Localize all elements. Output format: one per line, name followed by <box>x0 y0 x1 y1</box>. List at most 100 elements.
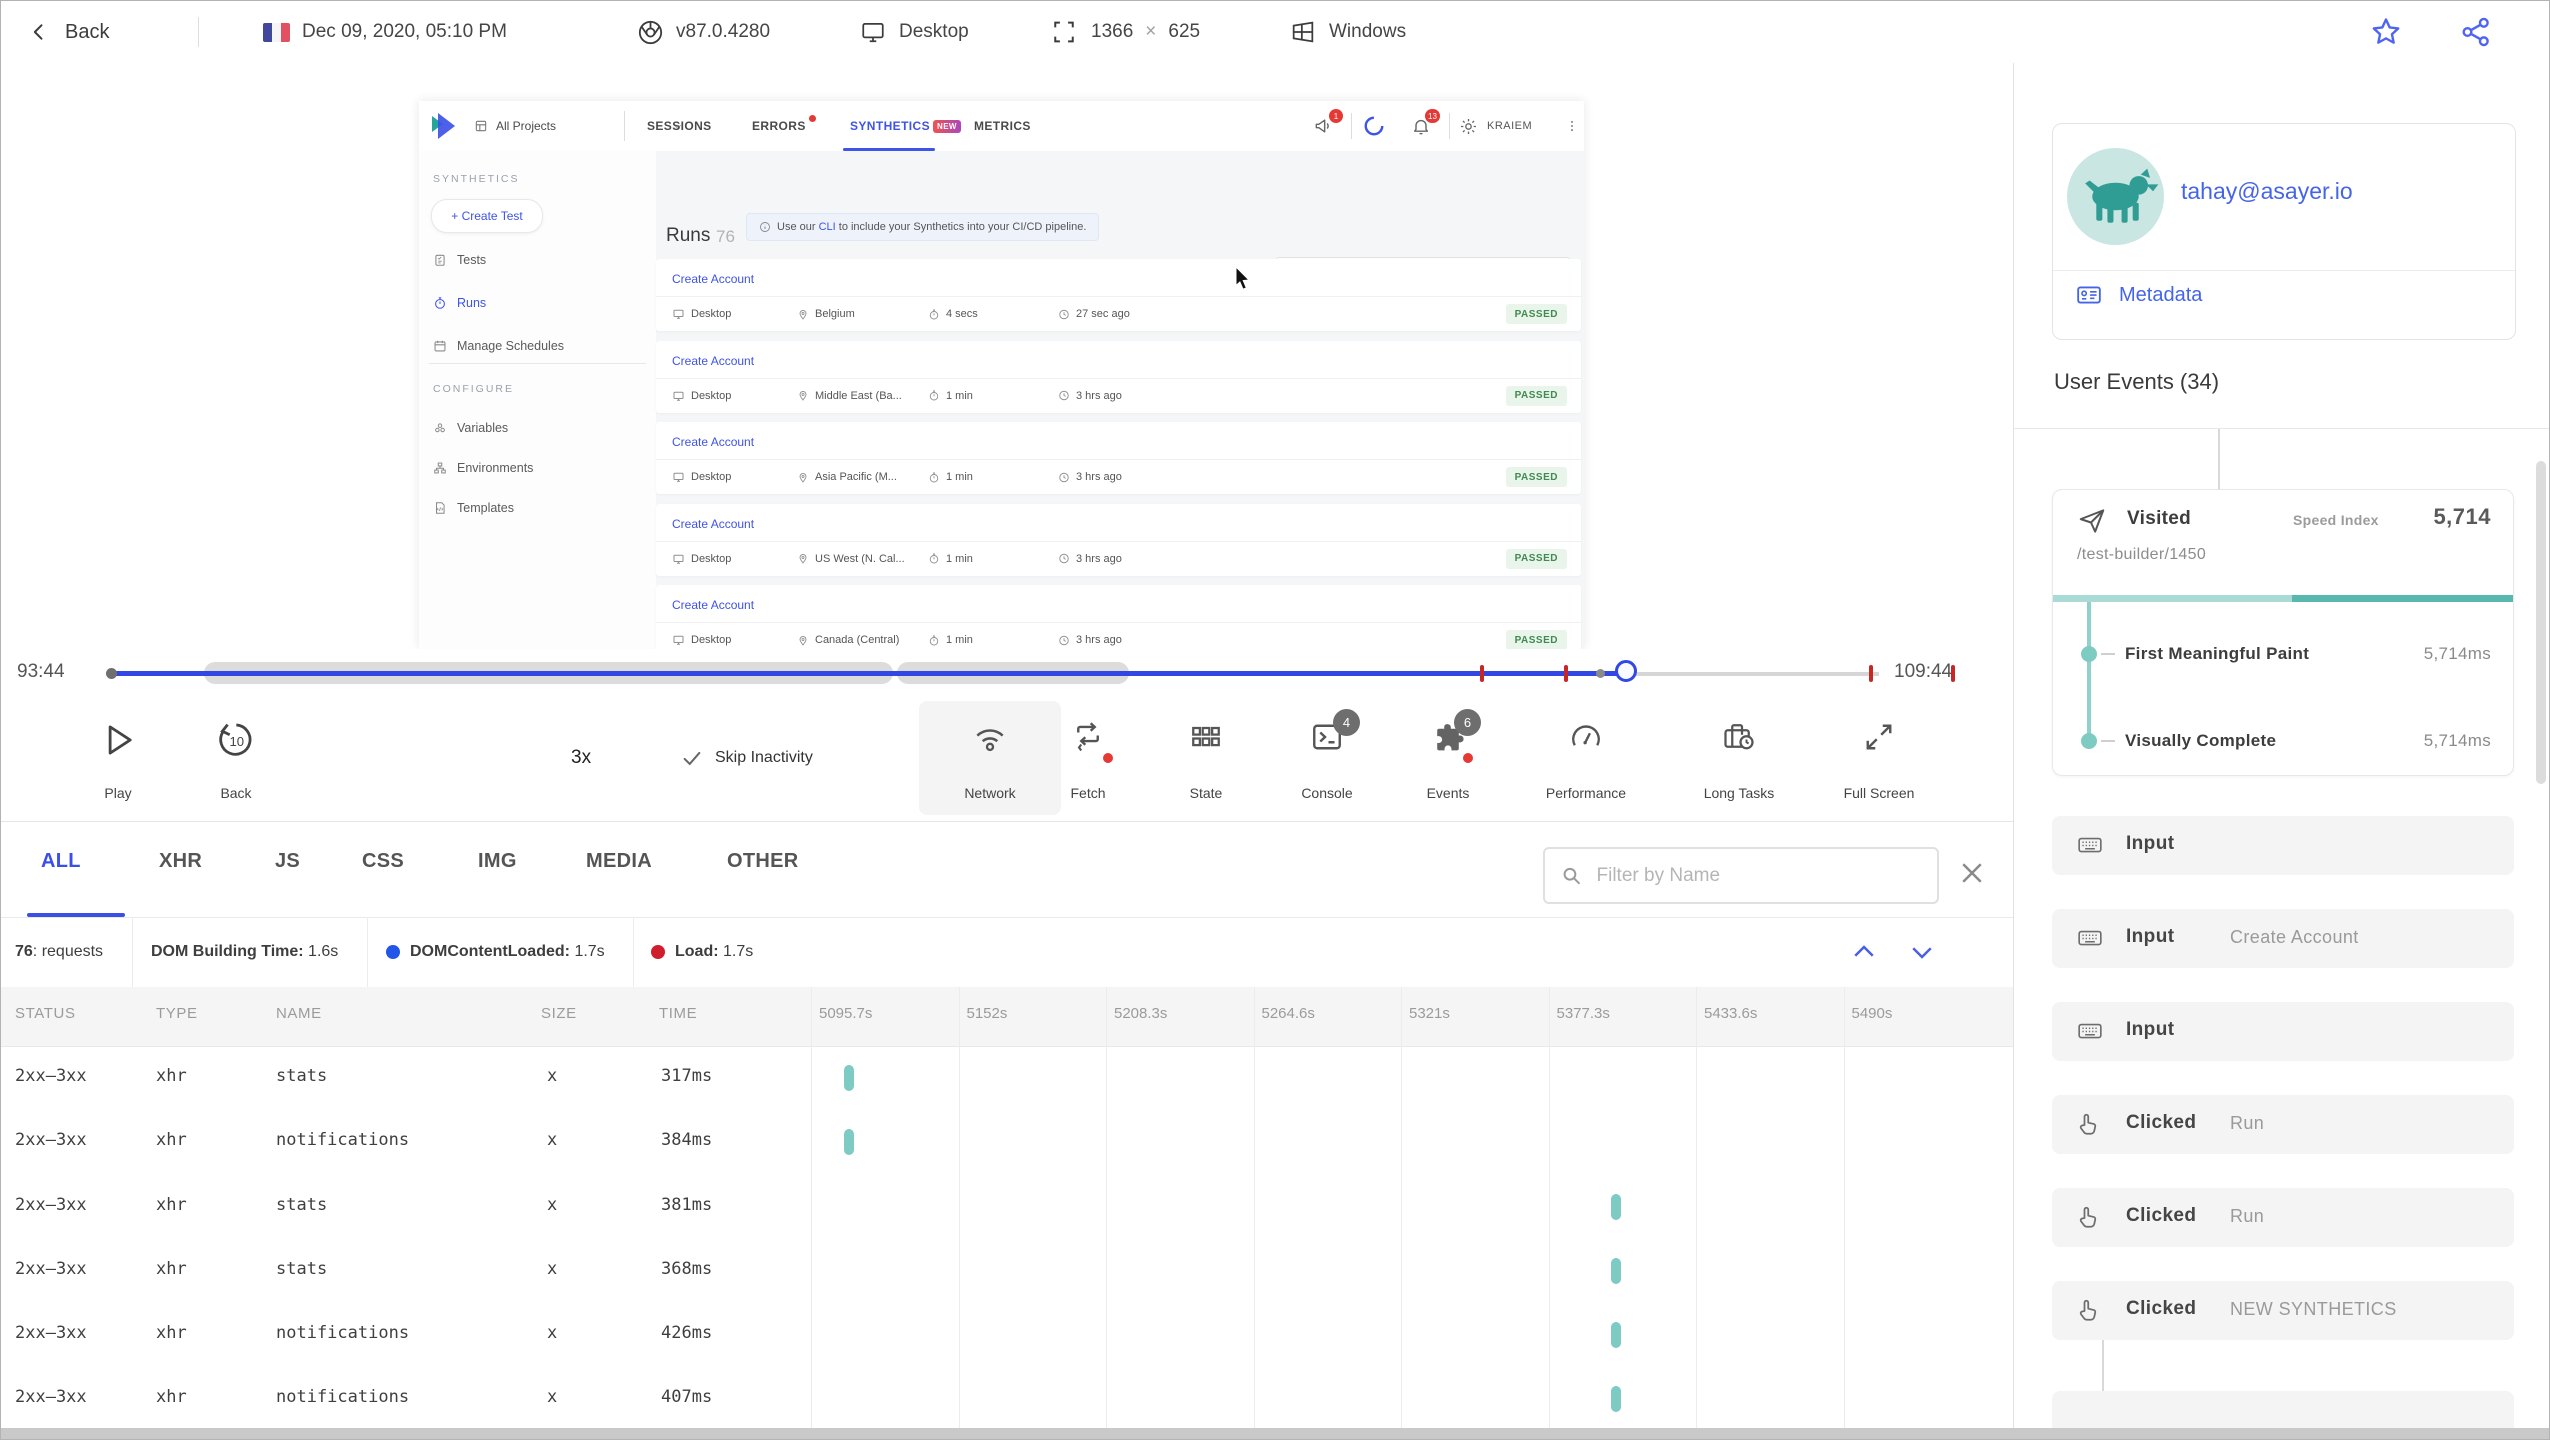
notifications-badge: 13 <box>1425 109 1440 123</box>
app-tab-synthetics: SYNTHETICS NEW <box>850 101 961 151</box>
run-time-ago: 27 sec ago <box>1058 297 1130 331</box>
session-date: Dec 09, 2020, 05:10 PM <box>302 21 507 42</box>
back-10s-button[interactable]: 10 Back <box>174 701 298 815</box>
user-card: tahay@asayer.io Metadata <box>2052 123 2516 340</box>
playback-speed-button[interactable]: 3x <box>571 701 591 815</box>
chevron-left-icon <box>33 24 43 40</box>
keyboard-icon <box>2078 1023 2102 1039</box>
run-duration: 1 min <box>928 623 973 649</box>
request-status: 2xx–3xx <box>15 1258 87 1279</box>
sidebar-scrollbar[interactable] <box>2536 461 2546 784</box>
favorite-star-button[interactable] <box>2369 15 2405 51</box>
network-request-row[interactable]: 2xx–3xx xhr stats x 381ms <box>1 1175 2013 1239</box>
user-event-card[interactable]: Input Create Account <box>2052 909 2514 968</box>
fmp-value: 5,714ms <box>2423 644 2491 663</box>
announcements-badge: 1 <box>1329 109 1343 123</box>
jump-next-button[interactable] <box>1907 937 1937 967</box>
waterfall-time-label: 5433.6s <box>1704 1005 1758 1022</box>
network-request-row[interactable]: 2xx–3xx xhr stats x 368ms <box>1 1239 2013 1303</box>
run-time-ago: 3 hrs ago <box>1058 623 1122 649</box>
user-event-card[interactable]: Input <box>2052 1002 2514 1061</box>
back-button[interactable]: Back <box>29 1 109 63</box>
clipboard-icon <box>435 254 445 266</box>
waterfall-time-label: 5490s <box>1851 1005 1893 1022</box>
visited-event-card[interactable]: Visited Speed Index 5,714 /test-builder/… <box>2052 489 2514 776</box>
toggle-long-tasks-button[interactable]: Long Tasks <box>1677 701 1801 815</box>
toggle-events-button[interactable]: 6 Events <box>1386 701 1510 815</box>
network-filter-tab[interactable]: CSS <box>362 850 404 873</box>
dcl-marker-dot <box>386 945 400 959</box>
col-name: NAME <box>276 1005 322 1022</box>
network-request-row[interactable]: 2xx–3xx xhr notifications x 407ms <box>1 1367 2013 1431</box>
run-card: Create Account Desktop US West (N. Cal..… <box>656 503 1581 576</box>
network-filter-tab[interactable]: ALL <box>41 850 81 873</box>
request-status: 2xx–3xx <box>15 1387 87 1408</box>
event-detail: Create Account <box>2230 927 2359 947</box>
template-file-icon <box>436 502 445 514</box>
event-type-label: Clicked <box>2126 1112 2197 1133</box>
jump-previous-button[interactable] <box>1849 937 1879 967</box>
run-duration: 1 min <box>928 542 973 576</box>
request-name: notifications <box>276 1387 410 1408</box>
app-tab-metrics: METRICS <box>974 119 1031 133</box>
run-status-badge: PASSED <box>1505 548 1567 569</box>
user-event-card[interactable]: Clicked Run <box>2052 1095 2514 1154</box>
skip-inactivity-toggle[interactable]: Skip Inactivity <box>681 701 813 815</box>
network-filter-input[interactable] <box>1594 863 1921 888</box>
events-divider <box>2014 428 2549 429</box>
network-tabs: ALL XHR JS CSS IMG MEDIA OTHER <box>1 822 2013 918</box>
network-filter-tab[interactable]: MEDIA <box>586 850 652 873</box>
request-status: 2xx–3xx <box>15 1323 87 1344</box>
sidebar-item-variables: Variables <box>433 421 508 435</box>
waterfall-time-label: 5377.3s <box>1556 1005 1610 1022</box>
request-status: 2xx–3xx <box>15 1194 87 1215</box>
toggle-console-button[interactable]: 4 Console <box>1265 701 1389 815</box>
toggle-state-button[interactable]: State <box>1144 701 1268 815</box>
run-time-ago: 3 hrs ago <box>1058 460 1122 494</box>
toggle-performance-button[interactable]: Performance <box>1524 701 1648 815</box>
country-flag-icon <box>263 22 290 42</box>
user-event-card[interactable]: Clicked Run <box>2052 1188 2514 1247</box>
request-time: 368ms <box>661 1258 713 1279</box>
run-device: Desktop <box>672 623 731 649</box>
network-filter-tab[interactable]: IMG <box>478 850 517 873</box>
play-button[interactable]: Play <box>56 701 180 815</box>
user-events-title: User Events (34) <box>2054 369 2220 394</box>
event-detail: NEW SYNTHETICS <box>2230 1299 2397 1319</box>
create-test-button: + Create Test <box>431 199 543 233</box>
network-request-row[interactable]: 2xx–3xx xhr notifications x 426ms <box>1 1303 2013 1367</box>
network-filter-tab[interactable]: OTHER <box>727 850 799 873</box>
close-panel-button[interactable] <box>1957 858 1987 888</box>
share-button[interactable] <box>2459 15 2495 51</box>
horizontal-scrollbar[interactable] <box>1 1428 2549 1439</box>
metadata-button[interactable]: Metadata <box>2073 282 2202 308</box>
player-timeline[interactable]: 93:44 109:44 <box>1 649 2013 701</box>
user-event-card[interactable]: Input <box>2052 816 2514 875</box>
toggle-fetch-button[interactable]: Fetch <box>1026 701 1150 815</box>
share-icon <box>2462 17 2489 47</box>
run-device: Desktop <box>672 379 731 413</box>
user-email-link[interactable]: tahay@asayer.io <box>2181 178 2353 205</box>
chevron-up-icon <box>1854 945 1874 957</box>
total-time-label: 109:44 <box>1894 661 1953 682</box>
run-location: Middle East (Ba... <box>797 379 902 413</box>
new-badge: NEW <box>933 119 961 133</box>
network-filter-tab[interactable]: XHR <box>159 850 202 873</box>
request-waterfall-bar <box>1611 1322 1621 1349</box>
col-status: STATUS <box>15 1005 76 1022</box>
run-location: Asia Pacific (M... <box>797 460 897 494</box>
monitor-icon <box>673 391 684 401</box>
network-request-row[interactable]: 2xx–3xx xhr notifications x 384ms <box>1 1110 2013 1174</box>
monitor-icon <box>673 554 684 564</box>
sidebar-item-tests: Tests <box>433 253 486 267</box>
user-event-card[interactable]: Clicked NEW SYNTHETICS <box>2052 1281 2514 1340</box>
request-type: xhr <box>156 1066 187 1086</box>
network-request-row[interactable]: 2xx–3xx xhr stats x 317ms <box>1 1046 2013 1110</box>
resolution-height: 625 <box>1168 21 1201 42</box>
timeline-playhead[interactable] <box>1615 660 1637 682</box>
replayed-app-screenshot: All Projects SESSIONS ERRORS SYNTHETICS … <box>419 101 1584 649</box>
load-time-stat: Load: 1.7s <box>651 917 753 987</box>
full-screen-button[interactable]: Full Screen <box>1817 701 1941 815</box>
request-name: stats <box>276 1194 328 1215</box>
network-filter-tab[interactable]: JS <box>275 850 300 873</box>
